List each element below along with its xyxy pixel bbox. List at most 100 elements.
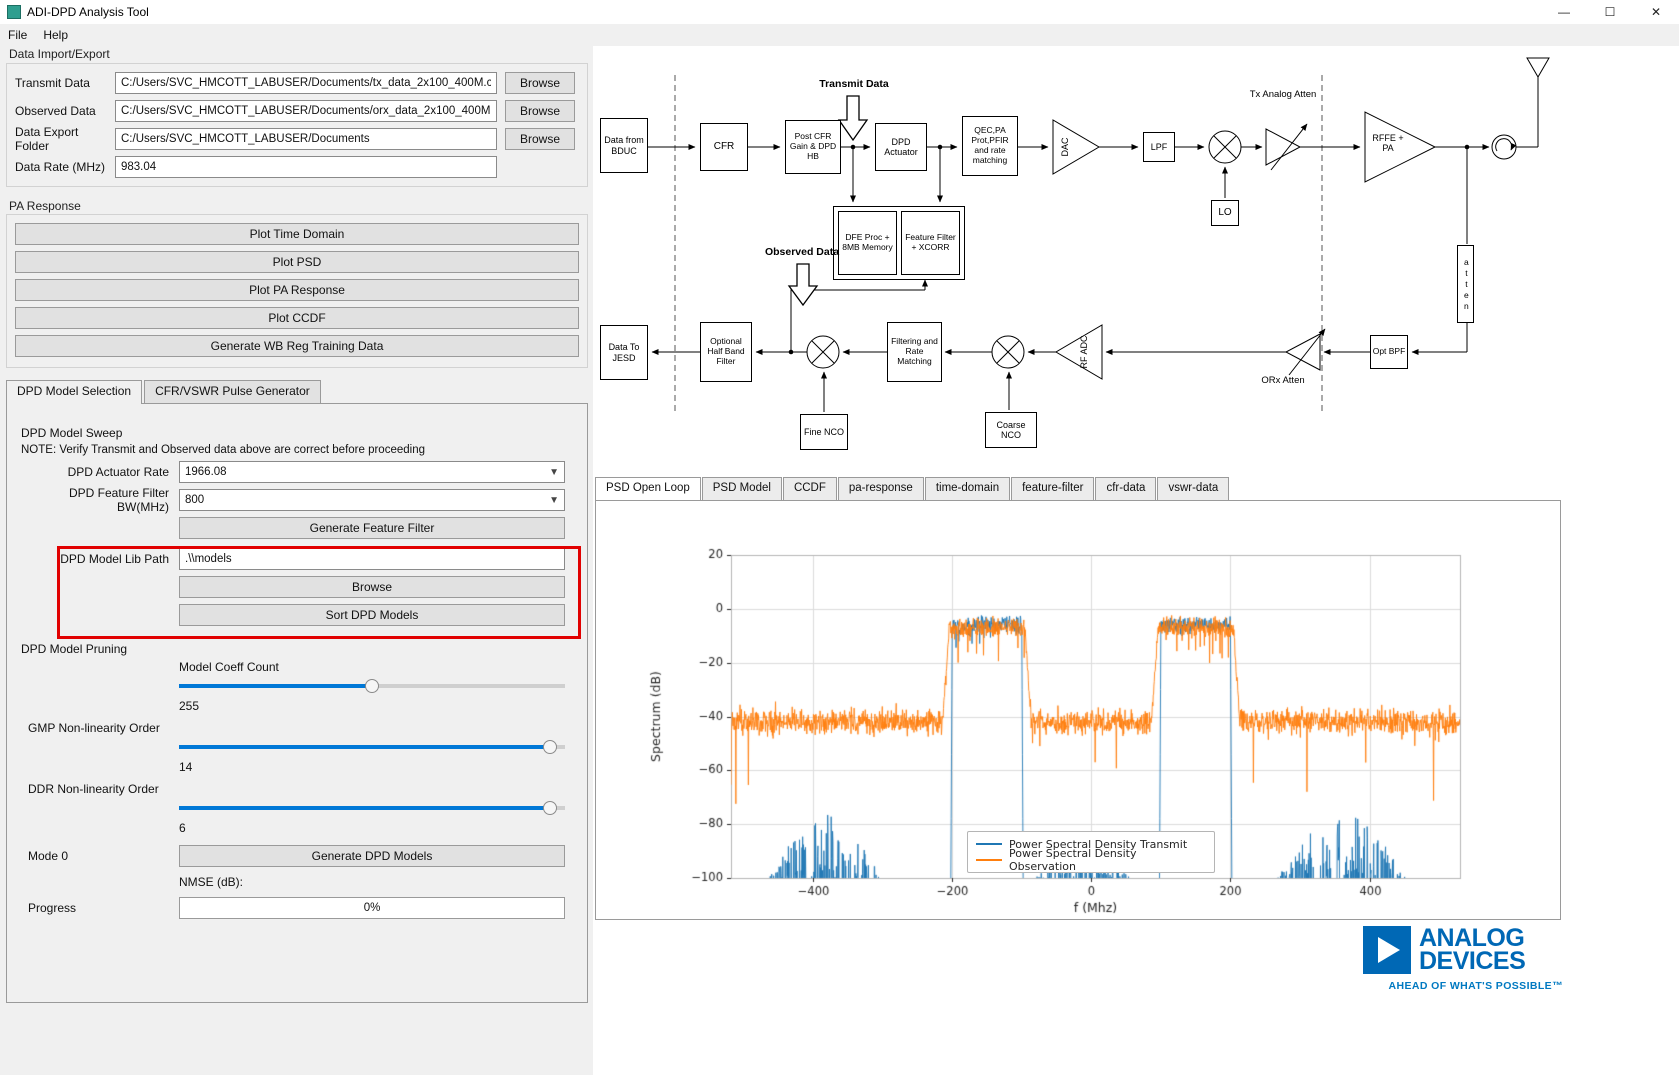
dpd-actuator-rate-label: DPD Actuator Rate: [21, 465, 169, 479]
observed-data-annotation: Observed Data: [757, 246, 847, 258]
legend-label-observation: Power Spectral Density Observation: [1009, 847, 1206, 873]
slider-handle[interactable]: [543, 801, 557, 815]
left-tab-bar: DPD Model Selection CFR/VSWR Pulse Gener…: [6, 380, 323, 403]
tab-ccdf[interactable]: CCDF: [783, 477, 837, 500]
sort-dpd-models-button[interactable]: Sort DPD Models: [179, 604, 565, 626]
model-coeff-count-value: 255: [179, 699, 579, 713]
transmit-data-input[interactable]: [115, 72, 497, 94]
slider-fill: [179, 684, 372, 688]
brand-tagline: AHEAD OF WHAT'S POSSIBLE™: [1363, 980, 1563, 992]
plot-pa-response-button[interactable]: Plot PA Response: [15, 279, 579, 301]
gmp-nonlinearity-order-value: 14: [179, 760, 579, 774]
observed-data-browse-button[interactable]: Browse: [505, 100, 575, 122]
transmit-data-browse-button[interactable]: Browse: [505, 72, 575, 94]
minimize-button[interactable]: —: [1541, 0, 1587, 24]
plot-ccdf-button[interactable]: Plot CCDF: [15, 307, 579, 329]
pa-response-group: Plot Time Domain Plot PSD Plot PA Respon…: [6, 214, 588, 368]
tab-vswr-data[interactable]: vswr-data: [1157, 477, 1229, 500]
dpd-block-diagram: Data from BDUC CFR Post CFR Gain & DPD H…: [595, 50, 1570, 470]
tx-analog-atten-label: Tx Analog Atten: [1247, 90, 1319, 101]
tab-dpd-model-selection[interactable]: DPD Model Selection: [6, 380, 142, 404]
plot-legend: Power Spectral Density Transmit Power Sp…: [967, 831, 1215, 873]
import-export-group: Transmit Data Browse Observed Data Brows…: [6, 63, 588, 187]
diagram-box-feature-filter-xcorr: Feature Filter + XCORR: [901, 211, 960, 275]
menu-file[interactable]: File: [0, 26, 35, 44]
close-button[interactable]: ✕: [1633, 0, 1679, 24]
menu-help[interactable]: Help: [35, 26, 76, 44]
tab-time-domain[interactable]: time-domain: [925, 477, 1010, 500]
generate-feature-filter-button[interactable]: Generate Feature Filter: [179, 517, 565, 539]
legend-swatch-observation: [976, 859, 1002, 861]
ddr-nonlinearity-order-value: 6: [179, 821, 579, 835]
tab-cfr-data[interactable]: cfr-data: [1095, 477, 1156, 500]
diagram-box-data-to-jesd: Data To JESD: [600, 325, 648, 380]
chevron-down-icon: ▼: [549, 495, 559, 506]
gmp-nonlinearity-order-slider[interactable]: [179, 740, 565, 754]
model-lib-browse-button[interactable]: Browse: [179, 576, 565, 598]
generate-dpd-models-button[interactable]: Generate DPD Models: [179, 845, 565, 867]
slider-track: [179, 806, 565, 810]
chevron-down-icon: ▼: [549, 467, 559, 478]
app-icon: [7, 5, 21, 19]
plot-psd-button[interactable]: Plot PSD: [15, 251, 579, 273]
dpd-model-selection-panel: DPD Model Sweep NOTE: Verify Transmit an…: [6, 403, 588, 1003]
diagram-connectors: [595, 50, 1570, 470]
data-export-folder-label: Data Export Folder: [15, 125, 115, 153]
diagram-box-cfr: CFR: [700, 123, 748, 171]
dpd-model-sweep-title: DPD Model Sweep: [21, 426, 579, 440]
dpd-model-pruning-title: DPD Model Pruning: [21, 642, 579, 656]
dpd-feature-filter-bw-value: 800: [185, 494, 204, 506]
diagram-box-half-band: Optional Half Band Filter: [700, 322, 752, 382]
plot-time-domain-button[interactable]: Plot Time Domain: [15, 223, 579, 245]
tab-feature-filter[interactable]: feature-filter: [1011, 477, 1094, 500]
diagram-box-qec: QEC,PA Prot,PFIR and rate matching: [962, 116, 1018, 176]
generate-wb-reg-training-data-button[interactable]: Generate WB Reg Training Data: [15, 335, 579, 357]
plot-panel: PSD Open Loop PSD Model CCDF pa-response…: [595, 477, 1561, 920]
diagram-box-dfe-proc: DFE Proc + 8MB Memory: [838, 211, 897, 275]
slider-fill: [179, 745, 550, 749]
tab-cfr-vswr-pulse-generator[interactable]: CFR/VSWR Pulse Generator: [144, 380, 321, 403]
pa-response-group-label: PA Response: [7, 199, 83, 213]
slider-fill: [179, 806, 550, 810]
diagram-box-dpd-actuator: DPD Actuator: [875, 123, 927, 171]
mode-label: Mode 0: [21, 849, 169, 863]
tab-psd-open-loop[interactable]: PSD Open Loop: [595, 477, 701, 500]
tab-pa-response[interactable]: pa-response: [838, 477, 924, 500]
diagram-box-lpf: LPF: [1143, 132, 1175, 162]
diagram-box-opt-bpf: Opt BPF: [1370, 335, 1408, 369]
observed-data-label: Observed Data: [15, 104, 115, 118]
adi-logo-icon: [1363, 926, 1411, 974]
dpd-feature-filter-bw-select[interactable]: 800 ▼: [179, 489, 565, 511]
observed-data-input[interactable]: [115, 100, 497, 122]
ddr-nonlinearity-order-slider[interactable]: [179, 801, 565, 815]
gmp-nonlinearity-order-label: GMP Non-linearity Order: [21, 721, 579, 735]
diagram-box-coarse-nco: Coarse NCO: [985, 412, 1037, 448]
dac-label: DAC: [1060, 125, 1074, 169]
data-rate-label: Data Rate (MHz): [15, 160, 115, 174]
dpd-model-lib-path-label: DPD Model Lib Path: [21, 552, 169, 566]
model-coeff-count-label: Model Coeff Count: [179, 660, 579, 674]
maximize-button[interactable]: ☐: [1587, 0, 1633, 24]
menubar: File Help: [0, 24, 1679, 46]
slider-track: [179, 745, 565, 749]
sweep-note: NOTE: Verify Transmit and Observed data …: [21, 444, 579, 456]
diagram-box-data-from-bduc: Data from BDUC: [600, 118, 648, 173]
data-export-folder-input[interactable]: [115, 128, 497, 150]
import-export-group-label: Data Import/Export: [7, 47, 112, 61]
data-rate-input[interactable]: [115, 156, 497, 178]
plot-tab-bar: PSD Open Loop PSD Model CCDF pa-response…: [595, 477, 1561, 500]
data-export-folder-browse-button[interactable]: Browse: [505, 128, 575, 150]
transmit-data-annotation: Transmit Data: [809, 78, 899, 90]
dpd-model-lib-path-input[interactable]: [179, 548, 565, 570]
nmse-label: NMSE (dB):: [179, 875, 579, 889]
dpd-actuator-rate-value: 1966.08: [185, 466, 227, 478]
slider-handle[interactable]: [543, 740, 557, 754]
dpd-feature-filter-bw-label: DPD Feature Filter BW(MHz): [21, 486, 169, 514]
ddr-nonlinearity-order-label: DDR Non-linearity Order: [21, 782, 579, 796]
analog-devices-logo: ANALOG DEVICES AHEAD OF WHAT'S POSSIBLE™: [1363, 926, 1563, 992]
diagram-box-atten: atten: [1457, 245, 1474, 323]
model-coeff-count-slider[interactable]: [179, 679, 565, 693]
slider-handle[interactable]: [365, 679, 379, 693]
tab-psd-model[interactable]: PSD Model: [702, 477, 782, 500]
dpd-actuator-rate-select[interactable]: 1966.08 ▼: [179, 461, 565, 483]
